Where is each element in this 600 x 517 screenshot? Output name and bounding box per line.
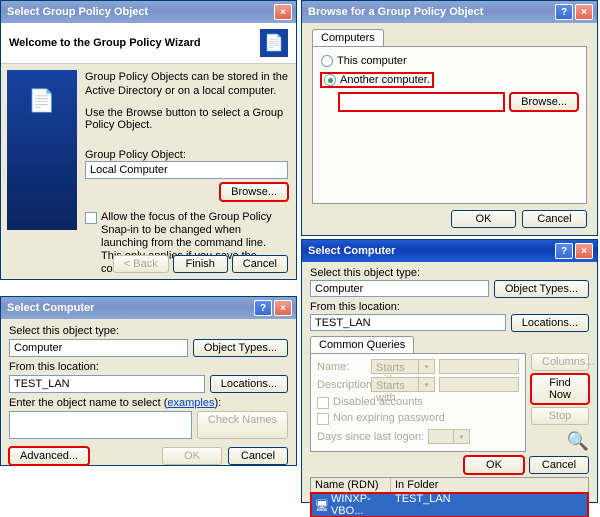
browse-gpo-window: Browse for a Group Policy Object ? × Com… [301, 0, 598, 236]
titlebar[interactable]: Browse for a Group Policy Object ? × [302, 1, 597, 23]
ok-button[interactable]: OK [464, 456, 524, 474]
finish-button[interactable]: Finish [173, 255, 228, 273]
days-label: Days since last logon: [317, 431, 424, 443]
object-types-button[interactable]: Object Types... [494, 280, 589, 298]
days-combo [428, 429, 454, 444]
stop-button: Stop [531, 407, 589, 425]
desc-match-combo: Starts with [371, 377, 419, 392]
titlebar[interactable]: Select Computer ? × [1, 297, 296, 319]
row-name: WINXP-VBO... [331, 493, 387, 517]
radio-icon [321, 55, 333, 67]
cancel-button[interactable]: Cancel [522, 210, 587, 228]
location-label: From this location: [9, 361, 288, 373]
close-icon[interactable]: × [575, 4, 593, 20]
tab-common-queries[interactable]: Common Queries [310, 336, 414, 353]
cancel-button[interactable]: Cancel [529, 456, 589, 474]
window-title: Select Group Policy Object [5, 6, 272, 18]
chevron-down-icon: ▾ [454, 429, 470, 444]
locations-button[interactable]: Locations... [210, 375, 288, 393]
close-icon[interactable]: × [274, 300, 292, 316]
location-input[interactable]: TEST_LAN [9, 375, 205, 393]
location-input[interactable]: TEST_LAN [310, 314, 506, 331]
disabled-accounts-checkbox [317, 397, 329, 409]
locations-button[interactable]: Locations... [511, 314, 589, 332]
cancel-button[interactable]: Cancel [228, 447, 288, 465]
help-icon[interactable]: ? [254, 300, 272, 316]
desc-input [439, 377, 519, 392]
close-icon[interactable]: × [575, 243, 593, 259]
advanced-button[interactable]: Advanced... [9, 447, 89, 465]
tab-computers[interactable]: Computers [312, 29, 384, 46]
sidebar-graphic: 📄 [7, 70, 77, 230]
radio-this-computer[interactable]: This computer [321, 55, 578, 67]
browse-button[interactable]: Browse... [220, 183, 288, 201]
object-type-label: Select this object type: [310, 267, 589, 279]
close-icon[interactable]: × [274, 4, 292, 20]
columns-button: Columns... [531, 353, 589, 371]
gpo-label: Group Policy Object: [85, 149, 288, 161]
object-name-input[interactable] [9, 411, 192, 439]
window-title: Select Computer [306, 245, 553, 257]
help-icon[interactable]: ? [555, 243, 573, 259]
name-label: Name: [317, 361, 367, 373]
search-icon: 🔍 [531, 431, 589, 452]
intro-text2: Use the Browse button to select a Group … [85, 107, 288, 131]
check-names-button: Check Names [197, 411, 288, 439]
titlebar[interactable]: Select Group Policy Object × [1, 1, 296, 23]
document-icon: 📄 [264, 33, 284, 53]
radio-label: This computer [337, 55, 407, 67]
radio-label: Another computer. [340, 74, 430, 86]
window-title: Browse for a Group Policy Object [306, 6, 553, 18]
result-row[interactable]: 🖥WINXP-VBO... TEST_LAN [311, 493, 588, 517]
intro-text: Group Policy Objects can be stored in th… [85, 70, 288, 99]
find-now-button[interactable]: Find Now [531, 374, 589, 404]
nonexpiring-label: Non expiring password [333, 412, 445, 425]
computer-icon: 🖥 [315, 499, 329, 512]
wizard-header: Welcome to the Group Policy Wizard [9, 37, 260, 49]
location-label: From this location: [310, 301, 589, 313]
name-match-combo: Starts with [371, 359, 419, 374]
window-title: Select Computer [5, 302, 252, 314]
col-name[interactable]: Name (RDN) [311, 478, 391, 492]
chevron-down-icon: ▾ [419, 377, 435, 392]
desc-label: Description: [317, 379, 367, 391]
name-input [439, 359, 519, 374]
row-folder: TEST_LAN [391, 493, 588, 517]
chevron-down-icon: ▾ [419, 359, 435, 374]
object-type-input[interactable]: Computer [310, 280, 489, 297]
select-computer-large: Select Computer ? × Select this object t… [301, 239, 598, 503]
ok-button: OK [162, 447, 222, 465]
back-button: < Back [113, 255, 169, 273]
gpo-input[interactable]: Local Computer [85, 161, 288, 179]
nonexpiring-checkbox [317, 413, 329, 425]
col-folder[interactable]: In Folder [391, 478, 588, 492]
help-icon[interactable]: ? [555, 4, 573, 20]
radio-icon [324, 74, 336, 86]
allow-focus-checkbox[interactable] [85, 212, 97, 224]
titlebar[interactable]: Select Computer ? × [302, 240, 597, 262]
ok-button[interactable]: OK [451, 210, 516, 228]
group-policy-wizard: Select Group Policy Object × Welcome to … [0, 0, 297, 280]
disabled-accounts-label: Disabled accounts [333, 396, 423, 409]
object-type-input[interactable]: Computer [9, 339, 188, 357]
radio-another-computer[interactable]: Another computer. [321, 73, 433, 87]
computer-input[interactable] [339, 93, 504, 111]
select-computer-small: Select Computer ? × Select this object t… [0, 296, 297, 466]
enter-name-label: Enter the object name to select (example… [9, 397, 288, 409]
cancel-button[interactable]: Cancel [232, 255, 288, 273]
results-list[interactable]: Name (RDN) In Folder 🖥WINXP-VBO... TEST_… [310, 477, 589, 505]
object-types-button[interactable]: Object Types... [193, 339, 288, 357]
object-type-label: Select this object type: [9, 325, 288, 337]
examples-link[interactable]: examples [167, 397, 214, 409]
browse-button[interactable]: Browse... [510, 93, 578, 111]
